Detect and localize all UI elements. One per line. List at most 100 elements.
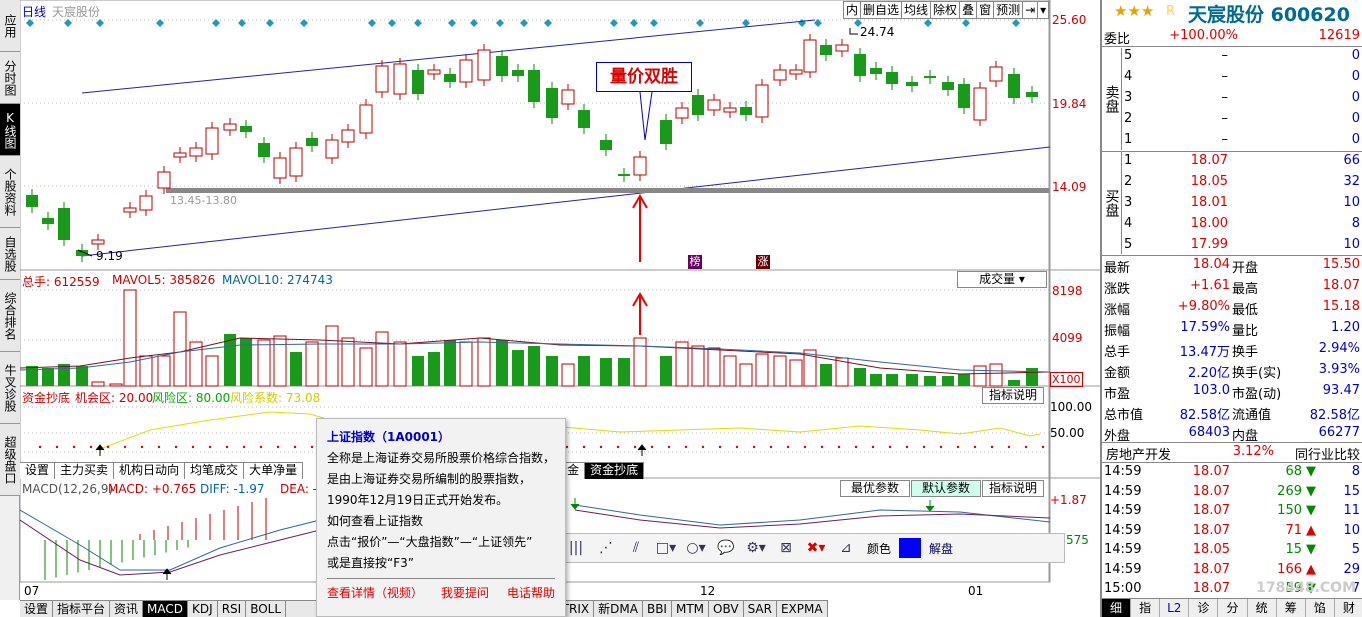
macd-diff-line xyxy=(20,509,321,571)
rectangle-tool-icon[interactable]: □▾ xyxy=(655,538,677,558)
chart-toolbar-btn-1[interactable]: 删自选 xyxy=(861,2,903,18)
left-tab-7[interactable]: 超级盘口 xyxy=(0,424,20,496)
tick-price: 18.07 xyxy=(1192,464,1230,479)
indicator-tab-3[interactable]: 均笔成交 xyxy=(185,462,245,479)
gear-icon[interactable]: ⚙▾ xyxy=(745,538,767,558)
chevron-down-icon[interactable]: ▾ xyxy=(1038,2,1048,18)
bottom-tab-4[interactable]: KDJ xyxy=(188,601,218,617)
macd-help-button[interactable]: 指标说明 xyxy=(982,480,1044,497)
channel-tool-icon[interactable]: ⫽ xyxy=(625,538,647,558)
quote-tab-5[interactable]: 统 xyxy=(1248,599,1277,617)
left-tab-1[interactable]: 分时图 xyxy=(0,52,20,104)
volume-bar-up xyxy=(123,289,137,387)
tick-price: 18.07 xyxy=(1192,483,1230,499)
zijin-dot xyxy=(140,445,144,449)
tick-row: 14:59 18.07 269 ▼ 15 xyxy=(1102,482,1362,503)
volume-indicator-select[interactable]: 成交量 ▾ xyxy=(957,271,1047,288)
candle-down xyxy=(618,174,630,176)
left-tab-4[interactable]: 自选股 xyxy=(0,228,20,280)
chart-toolbar-btn-4[interactable]: 叠 xyxy=(960,2,978,18)
quote-tab-6[interactable]: 筹 xyxy=(1277,599,1306,617)
ellipse-tool-icon[interactable]: ○▾ xyxy=(685,538,707,558)
signal-diamond xyxy=(300,19,308,27)
bottom-tab-1[interactable]: 指标平台 xyxy=(53,601,111,617)
indicator-tab-2[interactable]: 机构日动向 xyxy=(114,462,186,479)
volume-bar-down xyxy=(600,358,612,386)
tick-time: 14:59 xyxy=(1104,542,1142,557)
indicator-tab-4[interactable]: 大单净量 xyxy=(244,462,304,479)
bottom-tab-0[interactable]: 设置 xyxy=(20,601,54,617)
goto-latest-icon[interactable]: ⇥ xyxy=(1023,2,1039,18)
tick-price: 18.05 xyxy=(1192,542,1230,557)
default-params-button[interactable]: 默认参数 xyxy=(911,480,981,497)
indicator-tab-1[interactable]: 主力买卖 xyxy=(55,462,115,479)
delete-icon[interactable]: ✖▾ xyxy=(805,538,827,558)
tooltip-link-video[interactable]: 查看详情（视频） xyxy=(327,583,423,604)
quote-tab-4[interactable]: 分 xyxy=(1218,599,1248,617)
bottom-tab-2[interactable]: 资讯 xyxy=(110,601,144,617)
tooltip-link-ask[interactable]: 我要提问 xyxy=(441,583,489,604)
sell-row: 3 – 0 xyxy=(1102,88,1362,109)
zijin-dot xyxy=(259,445,263,449)
limit-up-badge[interactable]: 涨 xyxy=(756,255,770,269)
vol-total: 总手: 612559 xyxy=(22,275,100,289)
left-tab-2[interactable]: K线图 xyxy=(0,104,20,156)
signal-diamond xyxy=(544,19,552,27)
chart-toolbar-btn-2[interactable]: 均线 xyxy=(902,2,932,18)
hide-drawings-icon[interactable]: ⊿ xyxy=(835,538,857,558)
bottom-tab-11[interactable]: MTM xyxy=(672,601,710,617)
bottom-tab-13[interactable]: SAR xyxy=(744,601,777,617)
bottom-tab-10[interactable]: BBI xyxy=(643,601,672,617)
tick-count: 11 xyxy=(1343,503,1360,518)
zijin-help-button[interactable]: 指标说明 xyxy=(982,387,1044,404)
arrow-down-icon: ▼ xyxy=(1306,483,1316,499)
tooltip-link-phone[interactable]: 电话帮助 xyxy=(507,583,555,604)
left-tab-0[interactable]: 应用 xyxy=(0,0,20,52)
stat-value: 17.59% xyxy=(1180,320,1230,335)
indicator-tab-0[interactable]: 设置 xyxy=(20,462,56,479)
bottom-tab-14[interactable]: EXPMA xyxy=(777,601,828,617)
unlock-label[interactable]: 解盘 xyxy=(929,540,953,557)
bottom-tab-12[interactable]: OBV xyxy=(709,601,744,617)
chart-stock-name: 天宸股份 xyxy=(52,5,101,19)
quote-tab-7[interactable]: 馅 xyxy=(1306,599,1335,617)
quote-tab-2[interactable]: L2 xyxy=(1160,599,1190,617)
left-tab-6[interactable]: 牛叉诊股 xyxy=(0,352,20,424)
vline-tool-icon[interactable]: ||| xyxy=(565,538,587,558)
stat-value: 1.20 xyxy=(1331,320,1360,335)
buy-level: 5 xyxy=(1124,237,1133,252)
chart-toolbar-btn-6[interactable]: 预测 xyxy=(994,2,1024,18)
bottom-tab-5[interactable]: RSI xyxy=(218,601,247,617)
bottom-tab-9[interactable]: 新DMA xyxy=(594,601,643,617)
erase-tool-icon[interactable]: ⊠ xyxy=(775,538,797,558)
quote-tab-0[interactable]: 细 xyxy=(1102,599,1132,617)
quote-tab-8[interactable]: 财 xyxy=(1335,599,1362,617)
left-tab-3[interactable]: 个股资料 xyxy=(0,156,20,228)
quote-tab-3[interactable]: 诊 xyxy=(1189,599,1219,617)
fan-tool-icon[interactable]: ⋰ xyxy=(595,538,617,558)
candle-up xyxy=(393,63,407,95)
indicator-tab-7[interactable]: 资金抄底 xyxy=(585,462,645,479)
zijin-dot xyxy=(123,445,127,449)
chart-toolbar-btn-3[interactable]: 除权 xyxy=(931,2,961,18)
bottom-tab-3[interactable]: MACD xyxy=(143,601,189,617)
comment-tool-icon[interactable]: 💬 xyxy=(715,538,737,558)
color-swatch[interactable] xyxy=(899,538,922,558)
tick-price: 18.07 xyxy=(1192,561,1230,577)
stat-label: 振幅 xyxy=(1104,324,1131,339)
zijin-dot xyxy=(854,445,858,449)
quote-tab-1[interactable]: 指 xyxy=(1131,599,1161,617)
bottom-tab-6[interactable]: BOLL xyxy=(246,601,287,617)
chart-toolbar-btn-5[interactable]: 窗 xyxy=(977,2,995,18)
sell-volume: 0 xyxy=(1351,69,1360,84)
best-params-button[interactable]: 最优参数 xyxy=(840,480,910,497)
sell-level: 5 xyxy=(1124,48,1133,63)
tick-time: 14:59 xyxy=(1104,522,1142,538)
volume-bar-up xyxy=(989,363,1003,387)
rank-badge[interactable]: 榜 xyxy=(688,255,702,269)
left-tab-5[interactable]: 综合排名 xyxy=(0,280,20,352)
macd-axis-mid: 575 xyxy=(1066,533,1089,547)
candle-down xyxy=(496,56,508,76)
stat-label: 市盈(动) xyxy=(1232,387,1282,402)
chart-toolbar-btn-0[interactable]: 内 xyxy=(844,2,862,18)
